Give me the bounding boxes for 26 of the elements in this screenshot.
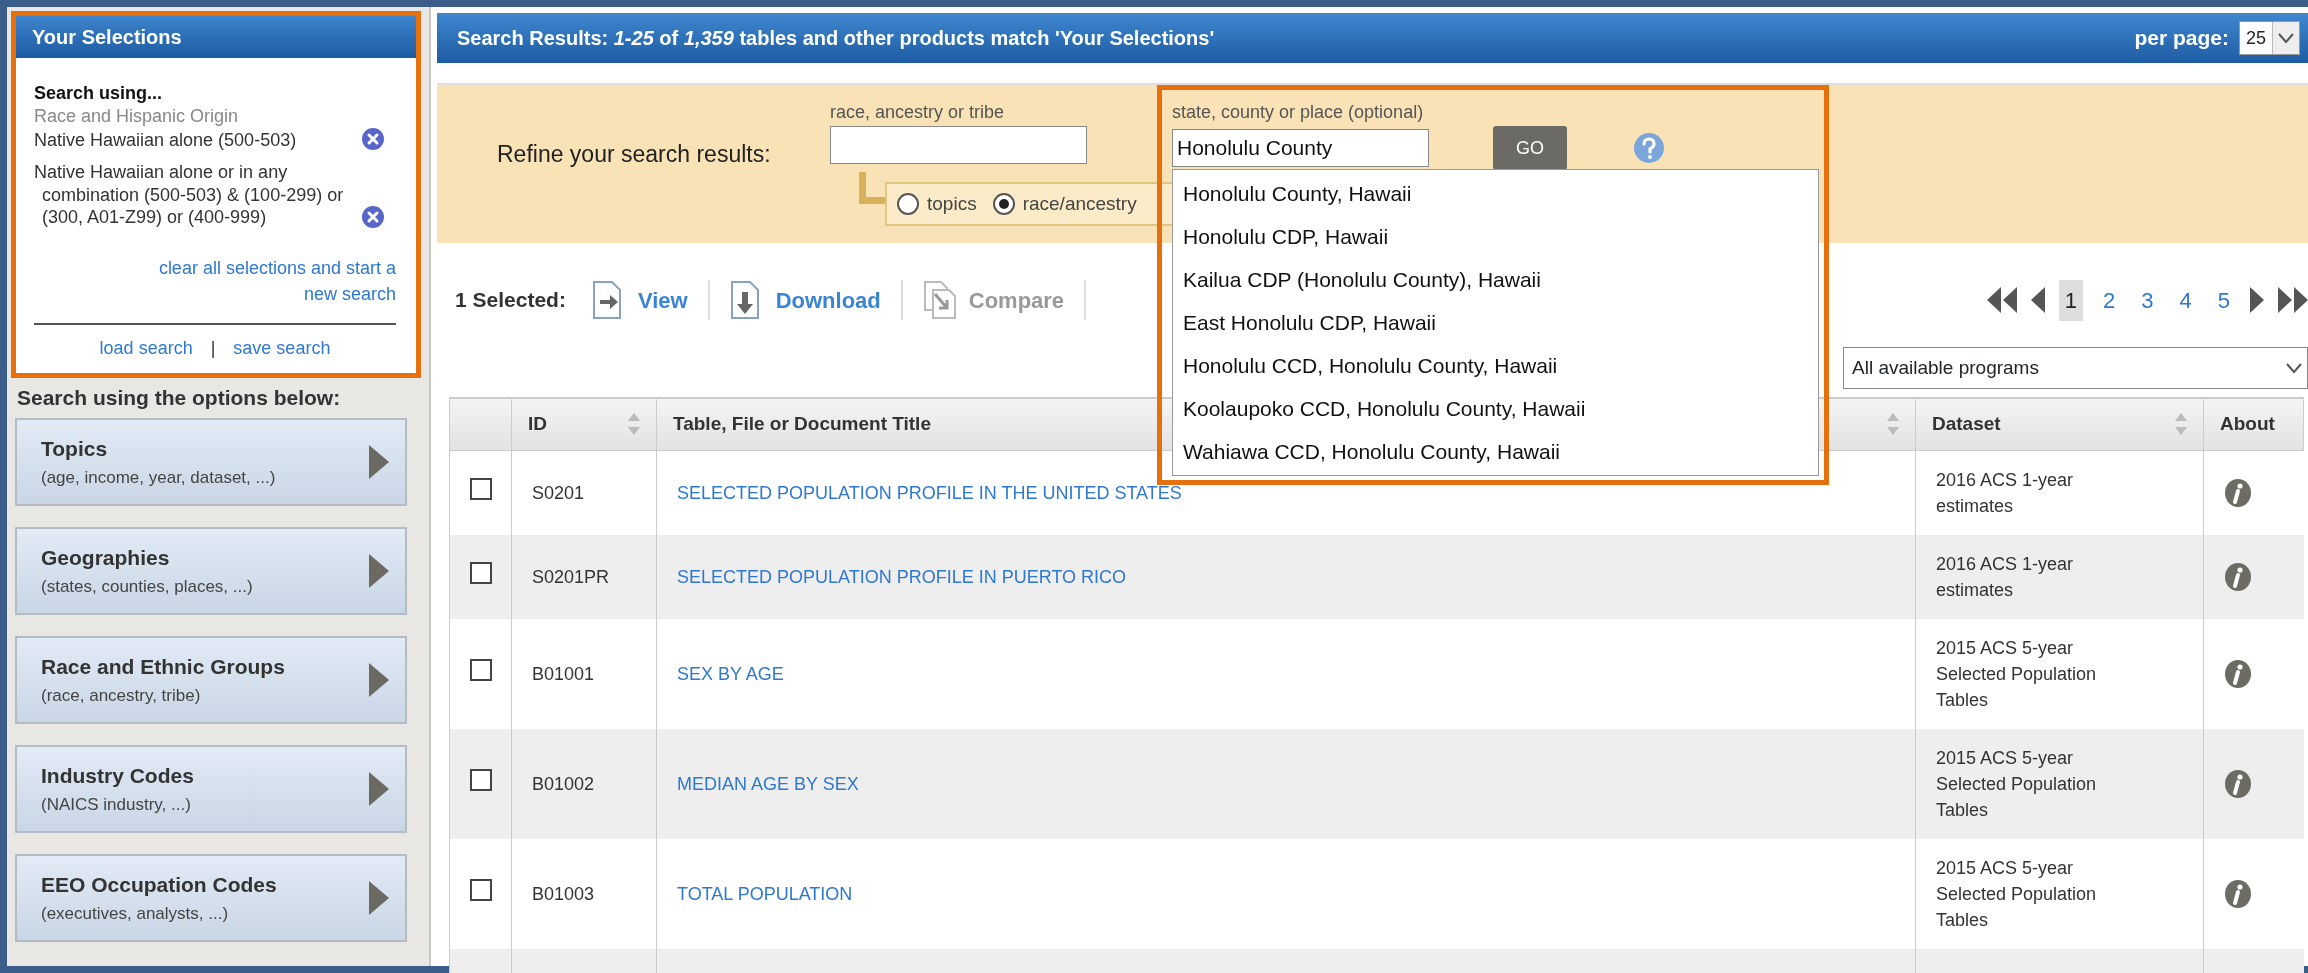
selection-text: Native Hawaiian alone or in any combination (500-503) & (100-299) or (300, A01-Z99) or (400-999) [34, 161, 345, 229]
dataset-text: 2015 ACS 5-year Selected Population Tables [1936, 746, 2098, 822]
table-id: B01003 [532, 883, 595, 904]
radio-label: topics [927, 191, 977, 216]
category-label: Race and Hispanic Origin [34, 104, 240, 127]
dataset-text: 2016 ACS 1-year estimates [1936, 552, 2075, 602]
options-heading: Search using the options below: [16, 385, 342, 412]
results-summary: Search Results: 1-25 of 1,359 tables and other products match 'Your Selections' [457, 26, 1215, 51]
section-heading: Search using... [34, 82, 164, 105]
table-id: S0201PR [532, 566, 610, 587]
dataset-text: 2016 ACS 1-year estimates [1936, 468, 2075, 518]
dataset-text: 2015 ACS 5-year Selected Population Tables [1936, 636, 2098, 712]
table-id: S0201 [532, 482, 585, 503]
separator: | [210, 336, 216, 360]
dataset-text: 2015 ACS 5-year Selected Population Tables [1936, 856, 2098, 932]
selected-count: 1 Selected: [455, 287, 566, 314]
radio-label: race/ancestry [1022, 191, 1137, 216]
per-page-label: per page: [2134, 25, 2229, 52]
selection-text: Native Hawaiian alone (500-503) [34, 128, 298, 151]
refine-label: Refine your search results: [497, 140, 772, 169]
column-header: About [2203, 398, 2304, 450]
field-label: race, ancestry or tribe [830, 101, 1006, 124]
table-id: B01001 [532, 663, 595, 684]
table-id: B01002 [532, 773, 595, 794]
panel-title: Your Selections [16, 16, 416, 58]
field-label: state, county or place (optional) [1172, 101, 1425, 124]
